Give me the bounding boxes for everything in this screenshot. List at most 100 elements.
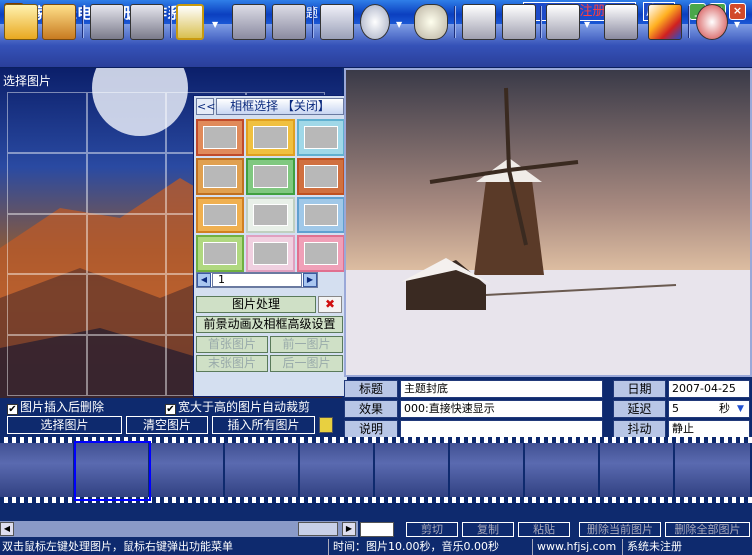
lock-icon[interactable] [319,417,333,433]
save-all-icon[interactable] [130,4,164,40]
selected-film-frame[interactable] [74,441,151,501]
frame-thumbnail[interactable] [246,235,295,272]
picture-slot[interactable] [86,152,166,214]
picture-slot[interactable] [7,92,87,153]
checkbox-box[interactable]: ✔ [165,404,176,415]
close-icon[interactable]: ✖ [318,296,342,313]
page-prev-icon[interactable]: ◀ [197,273,211,287]
film-frame[interactable] [525,443,600,497]
picture-slot[interactable] [7,213,87,275]
status-registration: 系统未注册 [622,539,682,555]
last-picture-button[interactable]: 末张图片 [196,355,268,372]
date-field[interactable]: 2007-04-25 [668,380,750,398]
delay-label: 延迟 [613,400,666,418]
delete-all-button[interactable]: 删除全部图片 [665,522,750,537]
film-frame[interactable] [600,443,675,497]
frame-thumbnail[interactable] [246,157,295,195]
chevron-down-icon[interactable]: ▼ [212,20,220,29]
delete-after-insert-checkbox[interactable]: ✔ 图片插入后删除 [7,398,104,415]
chevron-down-icon[interactable]: ▼ [584,20,592,29]
import-icon[interactable] [462,4,496,40]
title-field[interactable]: 主题封底 [400,380,603,398]
checkbox-box[interactable]: ✔ [7,404,18,415]
insert-all-button[interactable]: 插入所有图片 [212,416,315,434]
film-frame[interactable] [225,443,300,497]
frame-thumbnail[interactable] [246,119,295,156]
chevron-down-icon[interactable]: ▼ [734,20,742,29]
picture-slot[interactable] [86,335,166,396]
cut-button[interactable]: 剪切 [406,522,458,537]
picture-slot[interactable] [7,335,87,396]
frame-dropdown-icon[interactable] [176,4,204,40]
paste-button[interactable]: 粘贴 [518,522,570,537]
delete-icon[interactable] [272,4,306,40]
photo-preview[interactable] [344,68,752,377]
status-website: www.hfjsj.com [532,539,616,555]
auto-crop-checkbox[interactable]: ✔ 宽大于高的图片自动裁剪 [165,398,310,415]
next-picture-button[interactable]: 后一图片 [270,355,343,372]
picture-slot[interactable] [7,274,87,336]
horizontal-scrollbar[interactable]: ◀ ▶ [0,521,358,537]
frame-thumbnail[interactable] [296,119,345,156]
layers-icon[interactable] [502,4,536,40]
page-next-icon[interactable]: ▶ [303,273,317,287]
delay-field[interactable]: 5 秒 ▼ [668,400,750,418]
scroll-right-icon[interactable]: ▶ [342,522,356,536]
frame-thumbnail[interactable] [196,196,245,234]
album-icon[interactable] [4,4,38,40]
frame-thumbnail[interactable] [196,157,245,195]
frame-thumbnail[interactable] [196,235,245,272]
date-label: 日期 [613,380,666,398]
document-icon[interactable] [232,4,266,40]
chevron-down-icon[interactable]: ▼ [737,401,744,417]
picture-slot[interactable] [7,152,87,214]
checkbox-label: 宽大于高的图片自动裁剪 [178,400,311,414]
picture-slot[interactable] [86,92,166,153]
frame-thumbnail[interactable] [196,119,245,156]
collapse-button[interactable]: << [196,98,215,115]
picture-slot[interactable] [86,213,166,275]
shake-label: 抖动 [613,420,666,438]
delay-value: 5 [672,402,679,415]
description-field[interactable] [400,420,603,438]
image-process-button[interactable]: 图片处理 [196,296,316,313]
effects-dropdown-icon[interactable] [360,4,390,40]
copy-button[interactable]: 复制 [462,522,514,537]
film-frame[interactable] [450,443,525,497]
scroll-left-icon[interactable]: ◀ [0,522,14,536]
picture-slot[interactable] [86,274,166,336]
clear-pictures-button[interactable]: 清空图片 [126,416,208,434]
frame-thumbnail[interactable] [296,157,345,195]
film-frame[interactable] [675,443,752,497]
chevron-down-icon[interactable]: ▼ [396,20,404,29]
prev-picture-button[interactable]: 前一图片 [270,336,343,353]
music-icon[interactable] [414,4,448,40]
edit-image-icon[interactable] [320,4,354,40]
film-frame[interactable] [375,443,450,497]
panel-title: 选择图片 [3,74,52,88]
delete-current-button[interactable]: 删除当前图片 [579,522,661,537]
frame-thumbnail[interactable] [296,196,345,234]
frame-selector-title[interactable]: 相框选择 【关闭】 [216,98,344,115]
frame-thumbnail[interactable] [246,196,295,234]
toolbar-separator [170,6,172,38]
checkbox-label: 图片插入后删除 [20,400,105,414]
clock-dropdown-icon[interactable] [696,4,728,40]
first-picture-button[interactable]: 首张图片 [196,336,268,353]
shake-field[interactable]: 静止 [668,420,750,438]
close-button[interactable]: × [729,3,746,20]
save-icon[interactable] [90,4,124,40]
screen-dropdown-icon[interactable] [546,4,580,40]
effect-field[interactable]: 000:直接快速显示 [400,400,603,418]
effect-label: 效果 [344,400,398,418]
print-icon[interactable] [604,4,638,40]
film-frame[interactable] [0,443,75,497]
scroll-thumb[interactable] [298,522,338,536]
select-picture-button[interactable]: 选择图片 [7,416,122,434]
advanced-settings-button[interactable]: 前景动画及相框高级设置 [196,316,343,333]
film-frame[interactable] [300,443,375,497]
frame-thumbnail[interactable] [296,235,345,272]
photo-frame-icon[interactable] [42,4,76,40]
film-frame[interactable] [150,443,225,497]
palette-icon[interactable] [648,4,682,40]
